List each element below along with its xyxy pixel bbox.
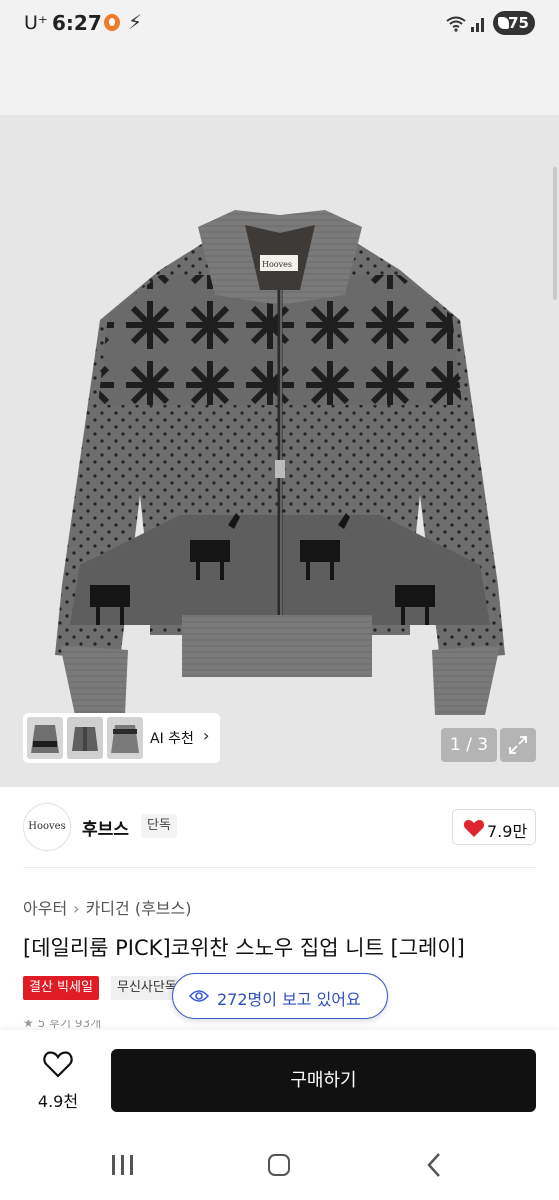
- page-scroll-indicator: [553, 167, 557, 300]
- system-nav-bar: [0, 1130, 559, 1200]
- brand-logo[interactable]: Hooves: [23, 803, 71, 851]
- product-title: [데일리룸 PICK]코위찬 스노우 집업 니트 [그레이]: [23, 936, 465, 960]
- exclusive-badge: 단독: [141, 814, 177, 838]
- eye-icon: [189, 990, 209, 1002]
- ai-thumbnail-1[interactable]: [27, 717, 63, 759]
- heart-filled-icon: [463, 820, 485, 837]
- like-button[interactable]: 4.9천: [30, 1050, 86, 1112]
- wifi-icon: [446, 16, 484, 32]
- viewers-text: 272명이 보고 있어요: [217, 990, 361, 1009]
- store-exclusive-tag: 무신사단독: [111, 976, 177, 1000]
- image-counter: 1 / 3: [441, 728, 497, 762]
- product-image-carousel[interactable]: Hooves AI 추천 › 1 / 3: [0, 115, 559, 787]
- expand-image-button[interactable]: [500, 728, 536, 762]
- brand-name[interactable]: 후브스: [82, 815, 129, 840]
- ai-thumbnail-3[interactable]: [107, 717, 143, 759]
- carrier-label: U⁺: [24, 12, 48, 34]
- purchase-bar: 4.9천 구매하기: [0, 1030, 559, 1130]
- breadcrumb: 아우터 › 카디건 (후브스): [23, 895, 191, 919]
- home-icon[interactable]: [268, 1154, 290, 1176]
- chevron-right-icon: ›: [203, 726, 210, 745]
- recent-apps-icon[interactable]: [112, 1155, 134, 1175]
- ai-recommend-label: AI 추천: [150, 731, 194, 747]
- rating-row: ★ 5 후기 93개: [23, 1020, 223, 1030]
- status-time: 6:27: [52, 11, 102, 35]
- divider: [23, 867, 536, 868]
- breadcrumb-item-outer[interactable]: 아우터: [23, 899, 67, 918]
- battery-icon: 75: [493, 11, 535, 35]
- chevron-right-icon: ›: [73, 899, 80, 918]
- ai-recommend-button[interactable]: AI 추천 ›: [23, 713, 220, 763]
- sale-tag: 결산 빅세일: [23, 976, 99, 1000]
- rating-summary: ★ 5 후기 93개: [23, 1020, 102, 1030]
- product-photo: [55, 210, 505, 715]
- brand-like-count: 7.9만: [487, 822, 528, 841]
- ai-thumbnail-2[interactable]: [67, 717, 103, 759]
- garment-brand-label: Hooves: [262, 260, 292, 269]
- brand-like-button[interactable]: 7.9만: [452, 809, 536, 845]
- back-icon[interactable]: [426, 1152, 442, 1178]
- top-nav: [0, 50, 559, 115]
- buy-button[interactable]: 구매하기: [111, 1049, 536, 1112]
- heart-outline-icon: [43, 1051, 73, 1078]
- app-notification-icon: [104, 14, 120, 31]
- breadcrumb-item-cardigan[interactable]: 카디건 (후브스): [86, 899, 192, 918]
- bolt-icon: ⚡: [128, 10, 143, 34]
- like-count: 4.9천: [37, 1092, 79, 1111]
- expand-icon: [509, 736, 527, 754]
- viewers-toast: 272명이 보고 있어요: [172, 973, 388, 1019]
- status-bar: U⁺ 6:27 ⚡ 75: [0, 0, 559, 50]
